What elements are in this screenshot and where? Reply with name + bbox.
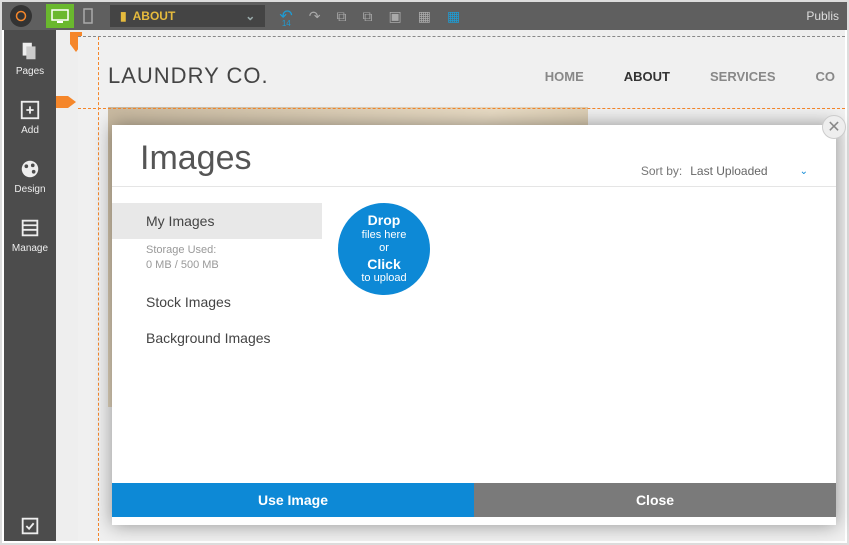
- guide-vertical: [98, 37, 99, 541]
- top-toolbar: ▮ ABOUT ⌄ ↶14 ↷ ⧉ ⧉ ▣ ▦ ▦ Publis: [2, 2, 847, 30]
- use-image-button[interactable]: Use Image: [112, 483, 474, 517]
- modal-header: Images Sort by: Last Uploaded ⌄: [112, 125, 836, 187]
- modal-sidebar: My Images Storage Used: 0 MB / 500 MB St…: [112, 187, 322, 483]
- drop-line2: files here: [362, 229, 407, 242]
- sort-value: Last Uploaded: [690, 164, 767, 178]
- sidebar-item-manage[interactable]: Manage: [12, 217, 48, 254]
- tab-stock-images[interactable]: Stock Images: [112, 284, 322, 320]
- mobile-view-button[interactable]: [74, 4, 102, 28]
- nav-about[interactable]: ABOUT: [624, 69, 670, 84]
- drop-line1: Drop: [368, 212, 401, 229]
- modal-footer: Use Image Close: [112, 483, 836, 517]
- drop-line4: Click: [367, 256, 400, 273]
- sidebar-item-label: Add: [21, 125, 39, 136]
- publish-button[interactable]: Publis: [806, 9, 839, 23]
- nav-more[interactable]: CO: [816, 69, 836, 84]
- paste-button[interactable]: ⧉: [362, 8, 372, 25]
- tab-background-images[interactable]: Background Images: [112, 320, 322, 356]
- page-dropdown-label: ABOUT: [133, 9, 176, 23]
- storage-label: Storage Used:: [146, 243, 288, 258]
- drop-line5: to upload: [361, 272, 406, 285]
- grid-button[interactable]: ▦: [418, 8, 431, 25]
- chevron-down-icon: ⌄: [800, 166, 808, 177]
- redo-button[interactable]: ↷: [309, 8, 321, 25]
- drop-line3: or: [379, 242, 389, 255]
- ruler-handle-horizontal[interactable]: [56, 96, 78, 112]
- modal-body: My Images Storage Used: 0 MB / 500 MB St…: [112, 187, 836, 483]
- close-button[interactable]: Close: [474, 483, 836, 517]
- close-icon[interactable]: ✕: [822, 115, 846, 139]
- site-header: LAUNDRY CO. HOME ABOUT SERVICES CO: [78, 37, 845, 107]
- sidebar-item-label: Manage: [12, 243, 48, 254]
- left-sidebar: Pages Add Design Manage: [4, 30, 56, 541]
- modal-main: Drop files here or Click to upload: [322, 187, 836, 483]
- tab-my-images[interactable]: My Images: [112, 203, 322, 239]
- sidebar-item-bottom[interactable]: [19, 515, 41, 541]
- device-switcher: [46, 4, 102, 28]
- site-nav: HOME ABOUT SERVICES CO: [545, 69, 835, 84]
- storage-value: 0 MB / 500 MB: [146, 258, 288, 273]
- toolbar-actions: ↶14 ↷ ⧉ ⧉ ▣ ▦ ▦: [279, 6, 460, 26]
- page-dropdown[interactable]: ▮ ABOUT ⌄: [110, 5, 265, 27]
- sidebar-item-add[interactable]: Add: [19, 99, 41, 136]
- images-modal: ✕ Images Sort by: Last Uploaded ⌄ My Ima…: [112, 125, 836, 525]
- sort-control: Sort by: Last Uploaded ⌄: [641, 164, 808, 178]
- sort-dropdown[interactable]: Last Uploaded ⌄: [690, 164, 808, 178]
- site-title[interactable]: LAUNDRY CO.: [108, 63, 269, 89]
- upload-dropzone[interactable]: Drop files here or Click to upload: [338, 203, 430, 295]
- nav-home[interactable]: HOME: [545, 69, 584, 84]
- app-logo[interactable]: [10, 5, 32, 27]
- layout-button[interactable]: ▦: [447, 8, 460, 25]
- guide-horizontal: [78, 108, 845, 109]
- sidebar-item-label: Design: [14, 184, 45, 195]
- sidebar-item-pages[interactable]: Pages: [16, 40, 44, 77]
- storage-info: Storage Used: 0 MB / 500 MB: [112, 239, 322, 284]
- nav-services[interactable]: SERVICES: [710, 69, 776, 84]
- tool-button[interactable]: ▣: [388, 8, 401, 25]
- sidebar-item-design[interactable]: Design: [14, 158, 45, 195]
- modal-title: Images: [140, 139, 252, 178]
- undo-button[interactable]: ↶14: [279, 6, 292, 26]
- chevron-down-icon: ⌄: [245, 9, 255, 23]
- copy-button[interactable]: ⧉: [336, 8, 346, 25]
- desktop-view-button[interactable]: [46, 4, 74, 28]
- sidebar-item-label: Pages: [16, 66, 44, 77]
- sort-label: Sort by:: [641, 164, 682, 178]
